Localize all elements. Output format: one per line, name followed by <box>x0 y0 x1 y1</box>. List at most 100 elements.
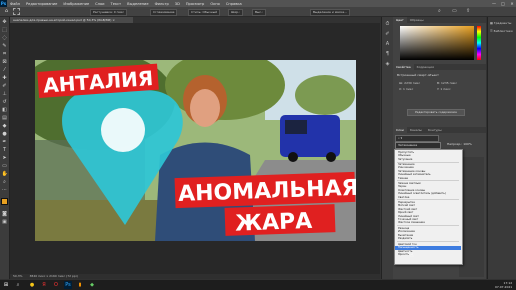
zoom-level[interactable]: 50,3% <box>10 274 23 278</box>
menu-help[interactable]: Справка <box>223 2 245 6</box>
tab-paths[interactable]: Контуры <box>425 127 445 133</box>
shape-tool-icon[interactable]: ▭ <box>2 163 8 169</box>
browser-icon[interactable]: ● <box>28 281 36 289</box>
thumbnail-line-2: ЖАРА <box>235 209 313 237</box>
hue-slider[interactable] <box>477 26 481 60</box>
menu-view[interactable]: Просмотр <box>183 2 207 6</box>
hand-tool-icon[interactable]: ✋ <box>2 171 8 177</box>
menu-file[interactable]: Файл <box>7 2 23 6</box>
color-panel-tabs: Цвет Образцы <box>393 17 486 23</box>
photoshop-taskbar-icon[interactable]: Ps <box>64 281 72 289</box>
foreground-color-swatch[interactable] <box>1 198 8 205</box>
prop-height[interactable]: В: 1235 пикс <box>437 81 457 85</box>
height-field[interactable]: Выс.: <box>252 9 267 16</box>
close-window-button[interactable]: ✕ <box>508 0 516 7</box>
properties-title: Встроенный смарт-объект <box>397 73 439 77</box>
marquee-tool-icon[interactable]: ⬚ <box>2 27 8 33</box>
blend-mode-select[interactable]: Затемнение <box>395 142 441 149</box>
blend-luminosity[interactable]: Яркость <box>398 253 409 256</box>
tab-channels[interactable]: Каналы <box>407 127 425 133</box>
select-and-mask-button[interactable]: Выделение и маска... <box>310 9 350 16</box>
eyedropper-tool-icon[interactable]: ⁄ <box>2 67 8 73</box>
search-icon[interactable]: ⌕ <box>438 9 443 14</box>
eraser-tool-icon[interactable]: ◧ <box>2 107 8 113</box>
explorer-icon[interactable]: ▮ <box>76 281 84 289</box>
blend-mode-menu: Пропустить Обычные Затухание Затемнение … <box>394 149 463 265</box>
prop-width[interactable]: Ш: 2230 пикс <box>399 81 420 85</box>
width-field[interactable]: Шир.: <box>228 9 244 16</box>
menu-filter[interactable]: Фильтр <box>152 2 172 6</box>
tab-color[interactable]: Цвет <box>393 17 407 23</box>
history-icon[interactable]: ⏱ <box>384 21 391 28</box>
home-icon[interactable]: ⌂ <box>3 8 10 15</box>
app-icon[interactable]: ◆ <box>88 281 96 289</box>
move-tool-icon[interactable]: ✥ <box>2 19 8 25</box>
history-brush-tool-icon[interactable]: ↺ <box>2 99 8 105</box>
opacity-field[interactable]: Непрозр.: 100% <box>447 142 472 146</box>
yandex-icon[interactable]: Я <box>40 281 48 289</box>
tab-layers[interactable]: Слои <box>393 127 407 133</box>
panel-dock: ⏱ ✐ A ¶ ◈ <box>381 17 393 279</box>
healing-brush-tool-icon[interactable]: ✚ <box>2 75 8 81</box>
pen-tool-icon[interactable]: ✒ <box>2 139 8 145</box>
clock-date: 07.07.2021 <box>495 285 513 289</box>
marquee-tool-icon[interactable] <box>13 8 20 15</box>
tab-properties[interactable]: Свойства <box>393 64 414 70</box>
layer-search[interactable]: ⌕ ▾ <box>395 135 439 142</box>
lasso-tool-icon[interactable]: ◌ <box>2 35 8 41</box>
crop-tool-icon[interactable]: ⌗ <box>2 51 8 57</box>
brush-tool-icon[interactable]: ✐ <box>2 83 8 89</box>
character-icon[interactable]: A <box>384 41 391 48</box>
taskbar: ⊞ ⌕ ● Я O Ps ▮ ◆ 17:12 07.07.2021 <box>0 280 516 290</box>
feather-field[interactable]: Растушевка: 0 пикс <box>90 9 128 16</box>
dodge-tool-icon[interactable]: ● <box>2 131 8 137</box>
maximize-button[interactable]: □ <box>499 0 507 7</box>
screen-mode-icon[interactable]: ▣ <box>2 219 8 225</box>
color-picker-field[interactable] <box>400 26 474 60</box>
libraries-panel[interactable]: ☰ Библиотеки <box>490 29 513 33</box>
share-icon[interactable]: ⇪ <box>466 9 471 14</box>
style-select[interactable]: Стиль: Обычный <box>188 9 221 16</box>
quick-select-tool-icon[interactable]: ✎ <box>2 43 8 49</box>
paragraph-icon[interactable]: ¶ <box>384 51 391 58</box>
menu-select[interactable]: Выделение <box>124 2 151 6</box>
taskbar-search-icon[interactable]: ⌕ <box>14 281 22 289</box>
menu-window[interactable]: Окно <box>207 2 223 6</box>
collapsed-panels: ▦ Градиенты ☰ Библиотеки <box>487 17 516 279</box>
menu-3d[interactable]: 3D <box>172 2 183 6</box>
tab-adjustments[interactable]: Коррекция <box>414 64 437 70</box>
clone-stamp-tool-icon[interactable]: ⊥ <box>2 91 8 97</box>
layers-panel-tabs: Слои Каналы Контуры <box>393 127 486 133</box>
opera-icon[interactable]: O <box>52 281 60 289</box>
menu-edit[interactable]: Редактирование <box>23 2 60 6</box>
frame-tool-icon[interactable]: ⊠ <box>2 59 8 65</box>
blur-tool-icon[interactable]: ◆ <box>2 123 8 129</box>
mouse-cursor-icon: ☝ <box>410 252 414 259</box>
clock[interactable]: 17:12 07.07.2021 <box>495 281 512 289</box>
menu-layers[interactable]: Слои <box>92 2 107 6</box>
prop-x[interactable]: X: 1 пикс <box>399 87 413 91</box>
workspace-icon[interactable]: ▭ <box>452 9 457 14</box>
glyph-icon[interactable]: ◈ <box>384 61 391 68</box>
document-info: 3840 пикс x 2160 пикс (72 ppi) <box>29 274 78 278</box>
document-canvas[interactable]: АНТАЛИЯ АНОМАЛЬНАЯ ЖАРА <box>35 60 356 241</box>
antialias-checkbox[interactable]: Сглаживание <box>150 9 178 16</box>
prop-y[interactable]: Y: 1 пикс <box>437 87 451 91</box>
properties-panel-tabs: Свойства Коррекция <box>393 64 486 70</box>
gradient-tool-icon[interactable]: ▤ <box>2 115 8 121</box>
edit-contents-button[interactable]: Редактировать содержимое <box>407 109 465 116</box>
more-tools-icon[interactable]: ⋯ <box>2 187 8 193</box>
menu-separator <box>397 241 459 242</box>
start-icon[interactable]: ⊞ <box>2 281 10 289</box>
type-tool-icon[interactable]: T <box>2 147 8 153</box>
path-select-tool-icon[interactable]: ➤ <box>2 155 8 161</box>
minimize-button[interactable]: — <box>490 0 498 7</box>
zoom-tool-icon[interactable]: ⌕ <box>2 179 8 185</box>
gradients-panel[interactable]: ▦ Градиенты <box>490 21 511 25</box>
photoshop-logo: Ps <box>0 0 7 7</box>
menu-type[interactable]: Текст <box>108 2 125 6</box>
tab-swatches[interactable]: Образцы <box>407 17 427 23</box>
quick-mask-icon[interactable]: ◙ <box>2 211 8 217</box>
brush-settings-icon[interactable]: ✐ <box>384 31 391 38</box>
menu-image[interactable]: Изображение <box>60 2 92 6</box>
